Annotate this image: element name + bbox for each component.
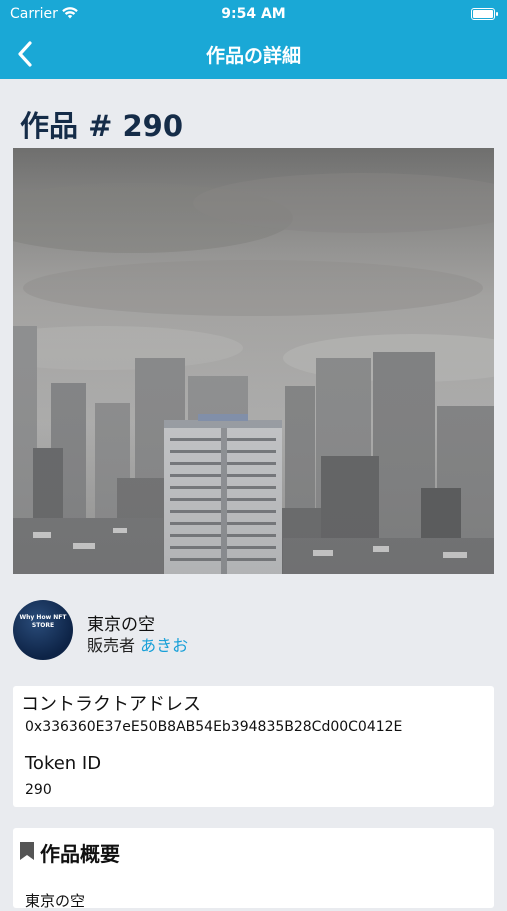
battery-icon [471,8,498,20]
nav-title: 作品の詳細 [205,45,301,67]
summary-body: 東京の空 [25,892,86,910]
contract-card: コントラクトアドレス 0x336360E37eE50B8AB54Eb394835… [13,686,494,807]
token-id-value: 290 [25,782,52,798]
bookmark-icon [20,842,34,860]
contract-address-label: コントラクトアドレス [21,694,201,715]
contract-address-value: 0x336360E37eE50B8AB54Eb394835B28Cd00C041… [25,719,403,735]
summary-card: 作品概要 東京の空 [13,828,494,910]
seller-name-link[interactable]: あきお [140,636,188,655]
clock: 9:54 AM [221,6,286,22]
token-id-label: Token ID [25,753,102,774]
status-bar: Carrier 9:54 AM [0,0,507,28]
store-avatar[interactable]: Why How NFT STORE [13,600,73,660]
work-info-row: Why How NFT STORE 東京の空 販売者 あきお [13,600,494,660]
artwork-image[interactable] [13,148,494,574]
summary-heading: 作品概要 [40,842,120,866]
store-logo-text: Why How NFT STORE [19,614,67,629]
navigation-bar: 作品の詳細 [0,28,507,79]
page-title: 作品 # 290 [20,109,184,143]
seller-label: 販売者 [87,636,136,655]
seller-line: 販売者 あきお [87,632,188,656]
